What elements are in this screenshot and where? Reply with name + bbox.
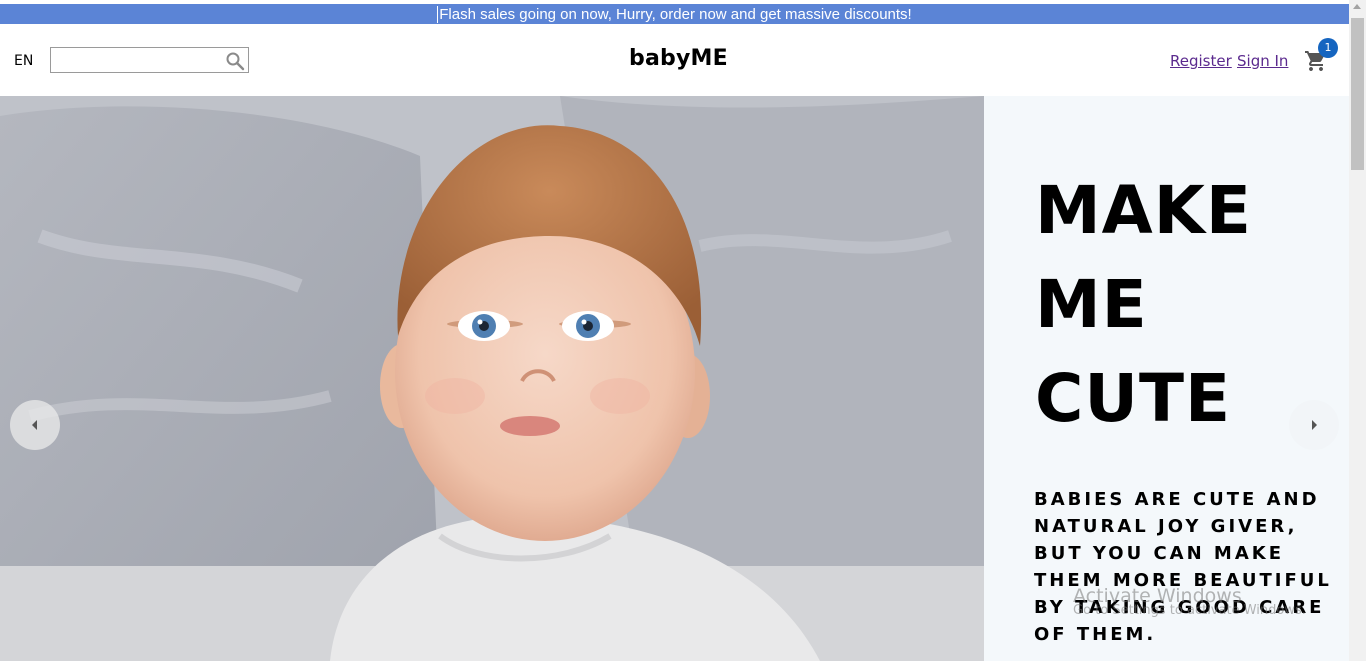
cart-count-badge: 1 [1318,38,1338,58]
page-scrollbar[interactable] [1349,0,1366,661]
scrollbar-thumb[interactable] [1351,18,1364,170]
hero-baby-image [0,96,984,661]
scroll-up-arrow-icon[interactable] [1353,4,1361,9]
brand-logo[interactable]: babyME [629,46,728,71]
chevron-right-icon [1312,420,1317,430]
language-selector[interactable]: EN [14,53,33,69]
register-link[interactable]: Register [1170,52,1232,70]
carousel-prev-button[interactable] [10,400,60,450]
announcement-bar: Flash sales going on now, Hurry, order n… [0,4,1349,24]
announcement-text: Flash sales going on now, Hurry, order n… [437,6,912,23]
hero-carousel: MAKE ME CUTE Babies are cute and natural… [0,96,1349,661]
chevron-left-icon [32,420,37,430]
site-header: EN babyME Register Sign In 1 [0,24,1349,96]
hero-tagline: Babies are cute and natural joy giver, b… [1034,489,1332,645]
search-input[interactable] [55,49,225,71]
windows-activation-watermark: Activate Windows Go to Settings to activ… [1073,584,1306,620]
search-icon[interactable] [225,51,245,71]
hero-headline: MAKE ME CUTE [1035,172,1252,437]
signin-link[interactable]: Sign In [1237,52,1288,70]
hero-copy-panel: MAKE ME CUTE Babies are cute and natural… [984,96,1349,661]
search-box [50,47,249,73]
watermark-subtitle: Go to Settings to activate Windows. [1073,603,1306,618]
baby-photo-illustration [0,96,984,661]
carousel-next-button[interactable] [1289,400,1339,450]
